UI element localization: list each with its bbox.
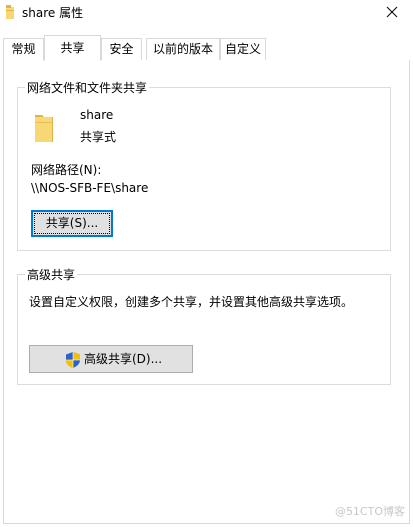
advanced-sharing-description: 设置自定义权限，创建多个共享，并设置其他高级共享选项。 (29, 295, 354, 309)
window-title: share 属性 (22, 6, 84, 20)
properties-window: share 属性 常规 共享 安全 以前的版本 自定义 网络文件和文件夹共享 s… (0, 0, 413, 527)
tab-sharing[interactable]: 共享 (44, 35, 101, 61)
uac-shield-icon (66, 352, 80, 368)
tab-customize[interactable]: 自定义 (220, 38, 266, 60)
tab-security[interactable]: 安全 (101, 38, 142, 60)
tab-bar: 常规 共享 安全 以前的版本 自定义 (0, 35, 413, 61)
watermark: @51CTO博客 (334, 505, 405, 518)
folder-name: share (80, 108, 114, 122)
tab-general[interactable]: 常规 (3, 38, 44, 60)
advanced-sharing-group-title: 高级共享 (25, 266, 78, 283)
close-button[interactable] (379, 1, 405, 23)
network-path-value[interactable]: \\NOS-SFB-FE\share (31, 181, 148, 195)
network-path-label: 网络路径(N): (31, 163, 102, 177)
network-sharing-group-title: 网络文件和文件夹共享 (25, 79, 150, 96)
title-bar: share 属性 (0, 0, 413, 26)
share-status: 共享式 (80, 130, 117, 144)
tab-previous-versions[interactable]: 以前的版本 (146, 38, 220, 60)
share-button[interactable]: 共享(S)... (31, 210, 113, 237)
close-icon (386, 6, 398, 18)
advanced-sharing-button-label: 高级共享(D)... (84, 352, 163, 366)
share-button-label: 共享(S)... (45, 216, 99, 230)
advanced-sharing-button[interactable]: 高级共享(D)... (29, 345, 193, 373)
folder-icon (35, 115, 53, 142)
folder-icon (6, 5, 14, 19)
